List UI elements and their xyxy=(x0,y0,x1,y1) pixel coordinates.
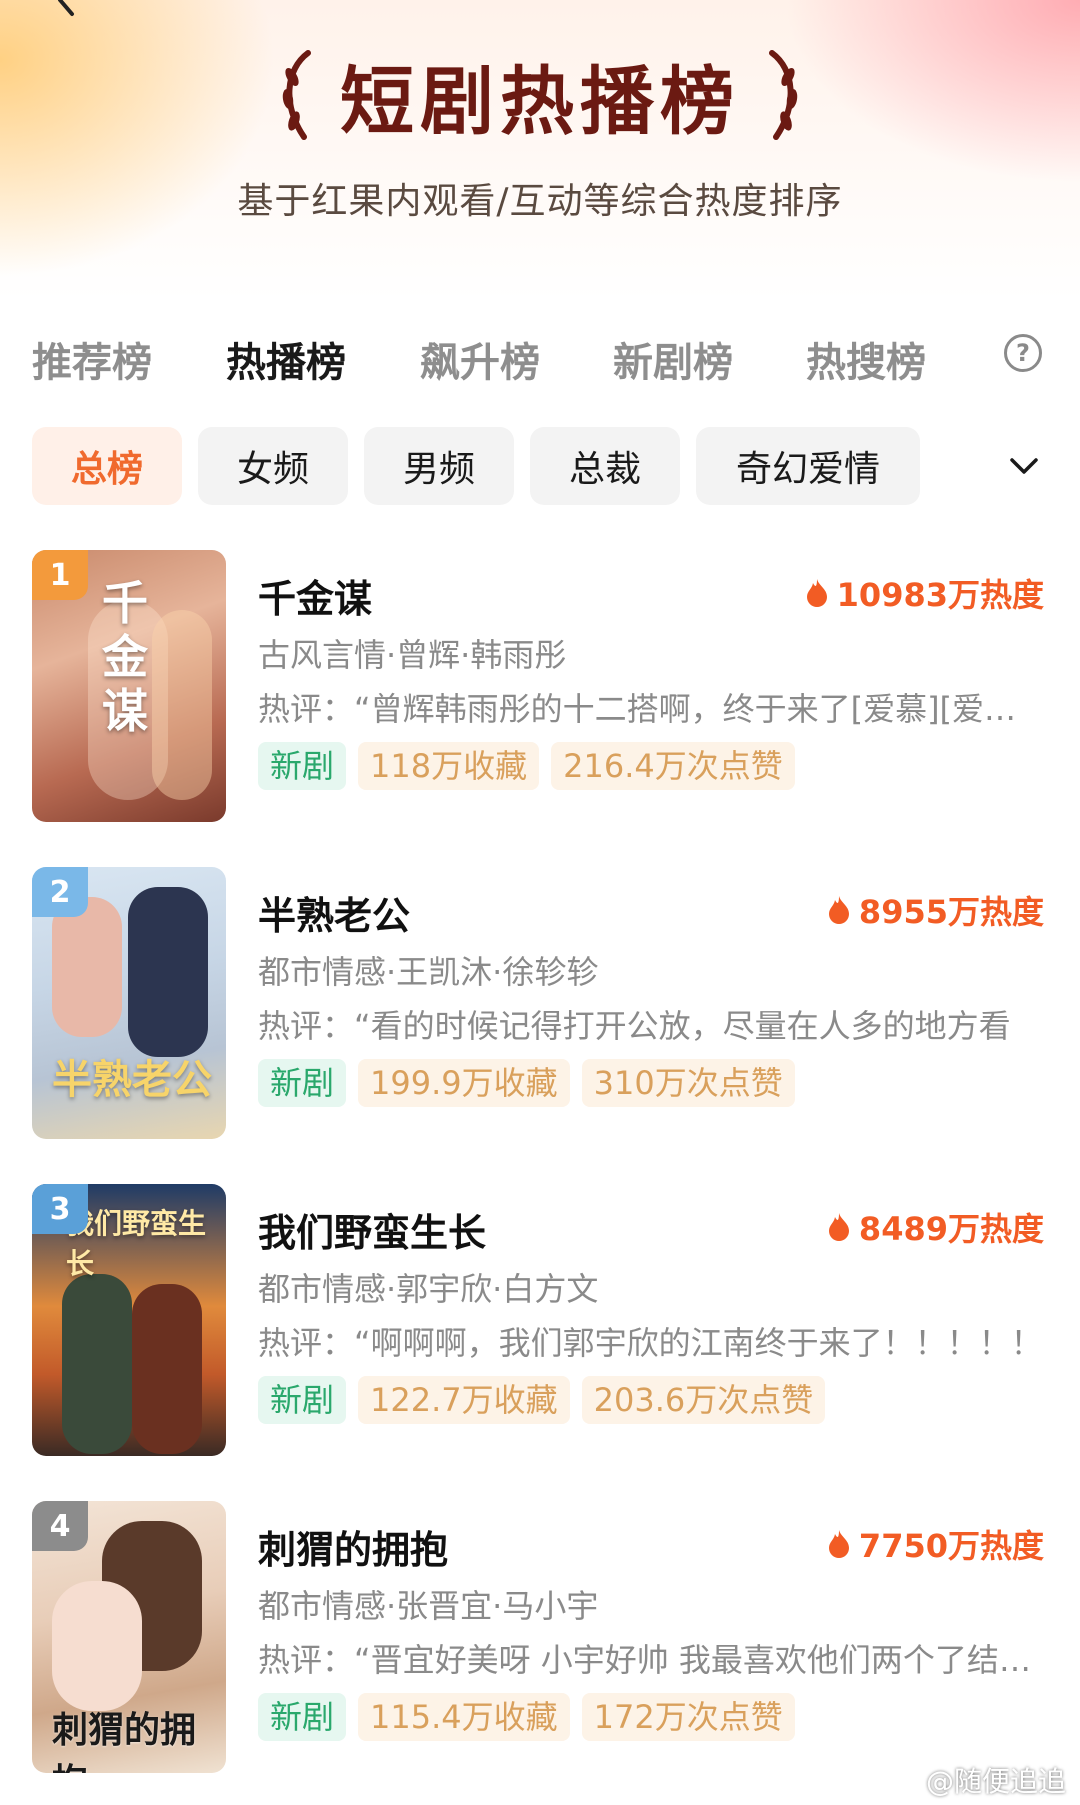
page-title: 短剧热播榜 xyxy=(340,58,740,145)
laurel-right-icon xyxy=(769,50,798,140)
chip-fantasy-romance[interactable]: 奇幻爱情 xyxy=(696,427,920,505)
heat-value: 8489万热度 xyxy=(858,1210,1044,1248)
drama-poster[interactable]: 我们野蛮生长 3 xyxy=(32,1184,226,1456)
rank-badge: 1 xyxy=(32,550,88,600)
heat-value: 10983万热度 xyxy=(836,576,1044,614)
poster-title: 我们野蛮生长 xyxy=(66,1207,207,1280)
chip-all[interactable]: 总榜 xyxy=(32,427,182,505)
laurel-left-icon xyxy=(282,50,311,140)
new-drama-tag: 新剧 xyxy=(258,742,347,790)
drama-list-item[interactable]: 刺猬的拥抱 4 刺猬的拥抱 7750万热度 都市情感·张晋宜·马小宇 热评：“晋… xyxy=(0,1501,1080,1781)
fire-icon xyxy=(828,1530,849,1558)
heat-value: 7750万热度 xyxy=(858,1527,1044,1565)
drama-list-item[interactable]: 半熟老公 2 半熟老公 8955万热度 都市情感·王凯沐·徐轸轸 热评：“看的时… xyxy=(0,867,1080,1147)
chips-fade xyxy=(920,427,1080,507)
favorites-tag: 115.4万收藏 xyxy=(358,1693,570,1741)
hot-review: 热评：“曾辉韩雨彤的十二搭啊，终于来了[爱慕][爱慕][爱慕] xyxy=(258,690,1048,728)
back-arrow-icon[interactable] xyxy=(58,0,88,18)
hot-review: 热评：“看的时候记得打开公放，尽量在人多的地方看 xyxy=(258,1007,1011,1045)
drama-poster[interactable]: 半熟老公 2 xyxy=(32,867,226,1139)
likes-tag: 310万次点赞 xyxy=(581,1059,795,1107)
chip-male[interactable]: 男频 xyxy=(364,427,514,505)
heat-score: 8489万热度 xyxy=(827,1204,1044,1250)
hot-review: 热评：“晋宜好美呀 小宇好帅 我最喜欢他们两个了结局太好了 xyxy=(258,1641,1048,1679)
tag-row: 新剧 199.9万收藏 310万次点赞 xyxy=(258,1059,795,1109)
new-drama-tag: 新剧 xyxy=(258,1059,347,1107)
tab-hot-play[interactable]: 热播榜 xyxy=(226,330,346,388)
fire-icon xyxy=(828,1213,849,1241)
drama-meta: 都市情感·王凯沐·徐轸轸 xyxy=(258,953,599,991)
heat-score: 8955万热度 xyxy=(827,887,1044,933)
drama-meta: 都市情感·张晋宜·马小宇 xyxy=(258,1587,599,1625)
hot-review: 热评：“啊啊啊，我们郭宇欣的江南终于来了！！！！！ xyxy=(258,1324,1043,1362)
category-chips: 总榜 女频 男频 总裁 奇幻爱情 xyxy=(0,427,1080,507)
drama-list-item[interactable]: 千金谋 1 千金谋 10983万热度 古风言情·曾辉·韩雨彤 热评：“曾辉韩雨彤… xyxy=(0,550,1080,830)
weibo-icon xyxy=(889,1769,919,1793)
drama-list-item[interactable]: 我们野蛮生长 3 我们野蛮生长 8489万热度 都市情感·郭宇欣·白方文 热评：… xyxy=(0,1184,1080,1464)
drama-title[interactable]: 刺猬的拥抱 xyxy=(258,1519,448,1574)
poster-title: 刺猬的拥抱 xyxy=(52,1709,197,1773)
chip-female[interactable]: 女频 xyxy=(198,427,348,505)
favorites-tag: 122.7万收藏 xyxy=(358,1376,570,1424)
tab-recommend[interactable]: 推荐榜 xyxy=(32,330,152,388)
likes-tag: 203.6万次点赞 xyxy=(581,1376,826,1424)
tab-hot-search[interactable]: 热搜榜 xyxy=(806,330,926,388)
new-drama-tag: 新剧 xyxy=(258,1376,347,1424)
poster-title: 半熟老公 xyxy=(52,1056,212,1103)
watermark-text: @随便追追 xyxy=(925,1765,1066,1798)
tab-new-drama[interactable]: 新剧榜 xyxy=(613,330,733,388)
tag-row: 新剧 115.4万收藏 172万次点赞 xyxy=(258,1693,795,1743)
fire-icon xyxy=(828,896,849,924)
heat-score: 10983万热度 xyxy=(805,570,1044,616)
favorites-tag: 199.9万收藏 xyxy=(358,1059,570,1107)
drama-title[interactable]: 千金谋 xyxy=(258,568,372,623)
heat-score: 7750万热度 xyxy=(827,1521,1044,1567)
favorites-tag: 118万收藏 xyxy=(358,742,540,790)
chip-ceo[interactable]: 总裁 xyxy=(530,427,680,505)
drama-meta: 古风言情·曾辉·韩雨彤 xyxy=(258,636,567,674)
rank-badge: 2 xyxy=(32,867,88,917)
drama-poster[interactable]: 千金谋 1 xyxy=(32,550,226,822)
likes-tag: 216.4万次点赞 xyxy=(551,742,795,790)
chevron-down-icon[interactable] xyxy=(1006,448,1042,484)
title-row: 短剧热播榜 xyxy=(0,40,1080,150)
drama-poster[interactable]: 刺猬的拥抱 4 xyxy=(32,1501,226,1773)
drama-meta: 都市情感·郭宇欣·白方文 xyxy=(258,1270,599,1308)
ranking-tabs: 推荐榜 热播榜 飙升榜 新剧榜 热搜榜 xyxy=(0,320,1080,390)
rank-badge: 4 xyxy=(32,1501,88,1551)
tag-row: 新剧 122.7万收藏 203.6万次点赞 xyxy=(258,1376,826,1426)
fire-icon xyxy=(806,579,827,607)
tab-rising[interactable]: 飙升榜 xyxy=(420,330,540,388)
watermark: @随便追追 xyxy=(889,1760,1066,1800)
rank-badge: 3 xyxy=(32,1184,88,1234)
likes-tag: 172万次点赞 xyxy=(581,1693,795,1741)
poster-title: 千金谋 xyxy=(102,576,148,738)
page-subtitle: 基于红果内观看/互动等综合热度排序 xyxy=(237,181,843,222)
heat-value: 8955万热度 xyxy=(858,893,1044,931)
drama-title[interactable]: 我们野蛮生长 xyxy=(258,1202,486,1257)
drama-title[interactable]: 半熟老公 xyxy=(258,885,410,940)
new-drama-tag: 新剧 xyxy=(258,1693,347,1741)
help-icon[interactable]: ? xyxy=(1004,334,1042,372)
tag-row: 新剧 118万收藏 216.4万次点赞 xyxy=(258,742,795,792)
